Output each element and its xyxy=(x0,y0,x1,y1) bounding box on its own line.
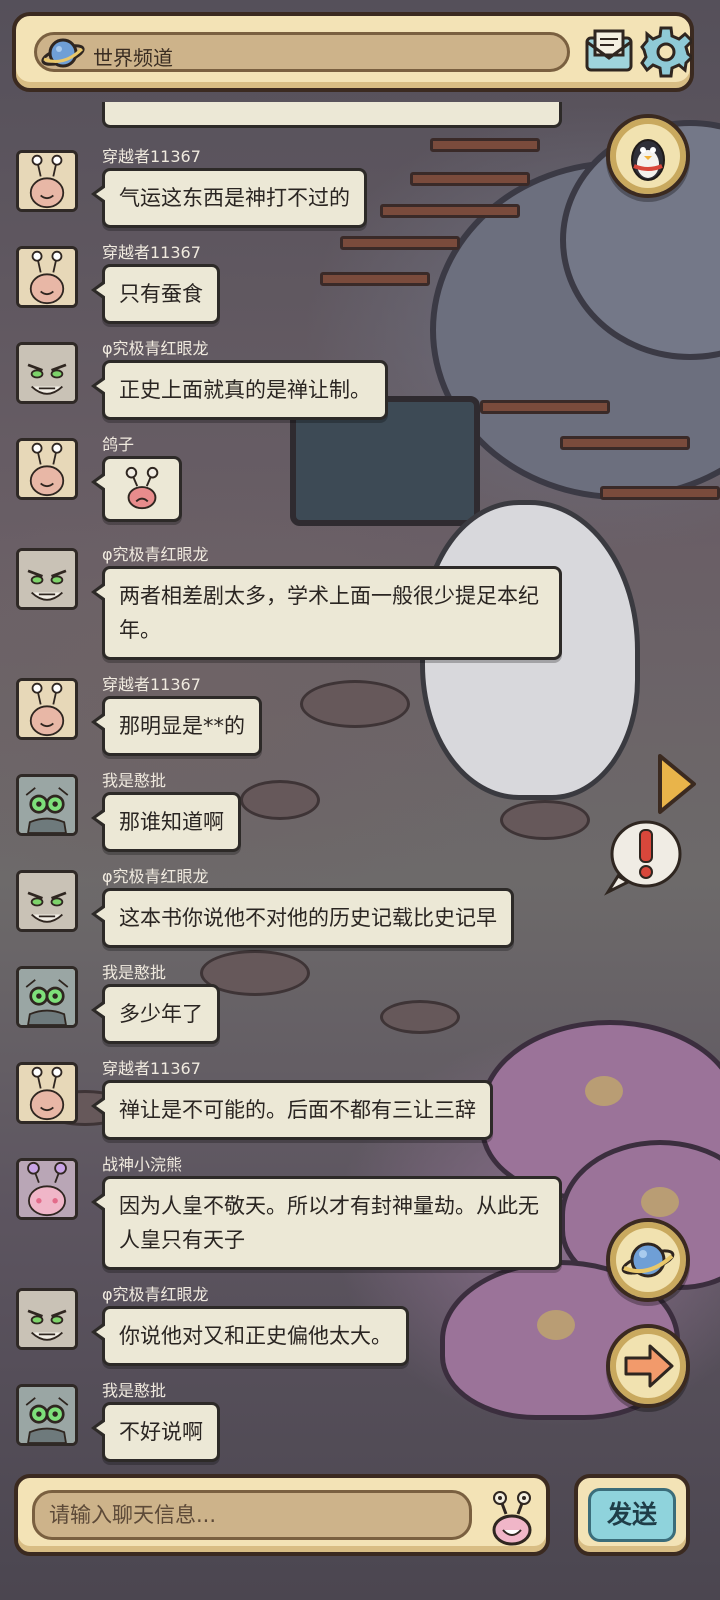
planet-icon xyxy=(41,33,85,73)
message-bubble: 不好说啊 xyxy=(91,1402,220,1462)
channel-selector[interactable]: 世界频道 xyxy=(34,32,570,72)
message-username: 穿越者11367 xyxy=(102,147,201,166)
grumpy-face-avatar-icon[interactable] xyxy=(16,342,78,404)
pink-snail-avatar-icon[interactable] xyxy=(16,1158,78,1220)
expand-arrow-icon[interactable] xyxy=(654,752,698,816)
mail-icon[interactable] xyxy=(584,28,634,74)
chat-input[interactable] xyxy=(32,1490,472,1540)
planet-icon xyxy=(621,1242,675,1278)
snail-avatar-icon[interactable] xyxy=(16,678,78,740)
message-username: 穿越者11367 xyxy=(102,243,201,262)
grumpy-face-avatar-icon[interactable] xyxy=(16,870,78,932)
qq-share-button[interactable] xyxy=(606,114,690,198)
message-bubble: 两者相差剧太多，学术上面一般很少提足本纪年。 xyxy=(91,566,562,660)
snail-avatar-icon[interactable] xyxy=(16,1062,78,1124)
message-username: 战神小浣熊 xyxy=(102,1155,183,1174)
send-button[interactable]: 发送 xyxy=(574,1474,690,1556)
snail-sticker-icon xyxy=(125,466,159,510)
penguin-icon xyxy=(631,139,665,181)
goggle-creature-avatar-icon[interactable] xyxy=(16,774,78,836)
message-username: φ究极青红眼龙 xyxy=(102,545,209,564)
message-bubble: 那谁知道啊 xyxy=(91,792,241,852)
message-bubble: 多少年了 xyxy=(91,984,220,1044)
grumpy-face-avatar-icon[interactable] xyxy=(16,548,78,610)
message-username: 穿越者11367 xyxy=(102,1059,201,1078)
message-bubble xyxy=(91,456,182,522)
world-channel-button[interactable] xyxy=(606,1218,690,1302)
message-username: φ究极青红眼龙 xyxy=(102,867,209,886)
chat-composer-bar xyxy=(14,1474,550,1556)
message-username: φ究极青红眼龙 xyxy=(102,339,209,358)
message-username: 我是憨批 xyxy=(102,1381,167,1400)
message-username: 我是憨批 xyxy=(102,771,167,790)
exclamation-alert-icon[interactable] xyxy=(604,818,684,896)
emoji-snail-icon[interactable] xyxy=(488,1490,536,1546)
message-username: 我是憨批 xyxy=(102,963,167,982)
message-bubble: 禅让是不可能的。后面不都有三让三辞 xyxy=(91,1080,493,1140)
message-username: φ究极青红眼龙 xyxy=(102,1285,209,1304)
goggle-creature-avatar-icon[interactable] xyxy=(16,966,78,1028)
message-bubble: 因为人皇不敬天。所以才有封神量劫。从此无人皇只有天子 xyxy=(91,1176,562,1270)
message-bubble: 那明显是**的 xyxy=(91,696,262,756)
message-username: 鸽子 xyxy=(102,435,135,454)
snail-avatar-icon[interactable] xyxy=(16,438,78,500)
goggle-creature-avatar-icon[interactable] xyxy=(16,1384,78,1446)
partial-message-bubble xyxy=(102,102,562,128)
snail-avatar-icon[interactable] xyxy=(16,150,78,212)
send-button-label: 发送 xyxy=(588,1488,676,1542)
gear-icon[interactable] xyxy=(640,26,695,78)
message-bubble: 气运这东西是神打不过的 xyxy=(91,168,367,228)
message-username: 穿越者11367 xyxy=(102,675,201,694)
next-page-button[interactable] xyxy=(606,1324,690,1408)
channel-title: 世界频道 xyxy=(93,46,173,70)
message-bubble: 你说他对又和正史偏他太大。 xyxy=(91,1306,409,1366)
message-bubble: 这本书你说他不对他的历史记载比史记早 xyxy=(91,888,514,948)
channel-header-bar: 世界频道 xyxy=(12,12,695,92)
arrow-right-icon xyxy=(624,1344,674,1388)
message-bubble: 只有蚕食 xyxy=(91,264,220,324)
message-bubble: 正史上面就真的是禅让制。 xyxy=(91,360,388,420)
snail-avatar-icon[interactable] xyxy=(16,246,78,308)
grumpy-face-avatar-icon[interactable] xyxy=(16,1288,78,1350)
